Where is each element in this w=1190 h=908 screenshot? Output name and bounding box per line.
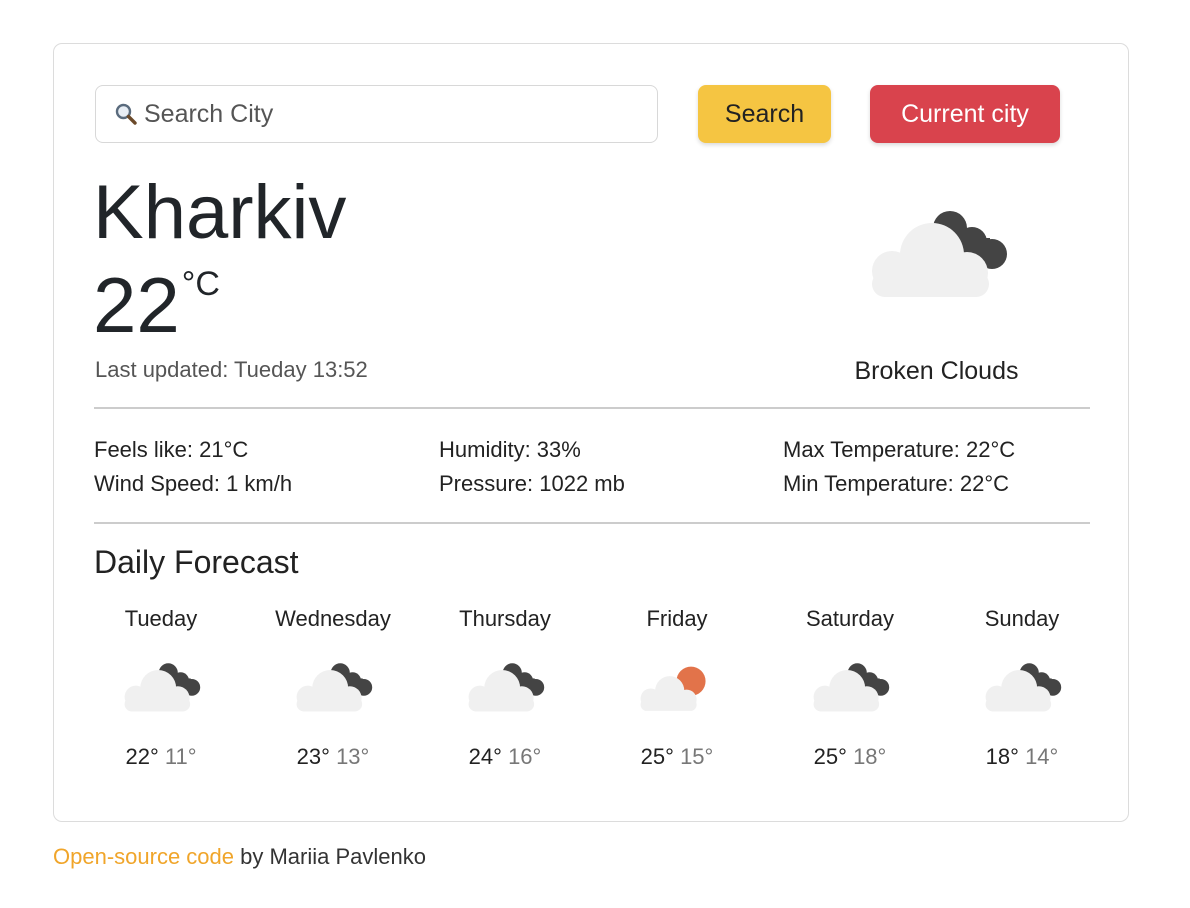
city-name: Kharkiv <box>93 170 347 255</box>
current-temperature: 22°C <box>93 260 220 350</box>
feels-like: Feels like: 21°C <box>94 437 249 462</box>
forecast-min: 11° <box>164 744 197 769</box>
broken-clouds-icon <box>248 656 418 742</box>
forecast-max: 23° <box>296 744 330 769</box>
temperature-value: 22 <box>93 261 180 349</box>
forecast-day: Sunday 18° 14° <box>937 606 1107 770</box>
forecast-max: 25° <box>640 744 674 769</box>
forecast-day: Tueday 22° 11° <box>76 606 246 770</box>
open-source-link[interactable]: Open-source code <box>53 844 234 869</box>
forecast-day-name: Sunday <box>984 606 1060 631</box>
search-input-wrapper[interactable] <box>95 85 658 143</box>
forecast-day-name: Wednesday <box>275 606 391 631</box>
forecast-day-name: Thursday <box>459 606 551 631</box>
search-input[interactable] <box>142 98 646 130</box>
search-icon <box>115 103 137 125</box>
few-clouds-icon <box>592 656 762 742</box>
broken-clouds-icon <box>420 656 590 742</box>
min-temperature: Min Temperature: 22°C <box>783 471 1010 496</box>
broken-clouds-icon <box>937 656 1107 742</box>
forecast-max: 22° <box>125 744 159 769</box>
forecast-title: Daily Forecast <box>94 544 299 580</box>
divider <box>94 407 1090 409</box>
last-updated: Last updated: Tueday 13:52 <box>95 357 368 382</box>
weather-card: Search Current city Kharkiv 22°C Last up… <box>53 43 1129 822</box>
forecast-day: Saturday 25° 18° <box>765 606 935 770</box>
max-temperature: Max Temperature: 22°C <box>783 437 1016 462</box>
broken-clouds-icon <box>862 198 1012 303</box>
forecast-min: 18° <box>853 744 887 769</box>
temperature-unit: °C <box>181 265 220 303</box>
forecast-min: 14° <box>1025 744 1059 769</box>
weather-description: Broken Clouds <box>854 357 1019 385</box>
pressure: Pressure: 1022 mb <box>439 471 625 496</box>
forecast-day-name: Saturday <box>805 606 895 631</box>
forecast-max: 25° <box>813 744 847 769</box>
forecast-day: Friday 25° 15° <box>592 606 762 770</box>
forecast-min: 16° <box>508 744 542 769</box>
footer: Open-source code by Mariia Pavlenko <box>53 844 426 870</box>
current-city-button[interactable]: Current city <box>870 85 1060 143</box>
forecast-day: Wednesday 23° 13° <box>248 606 418 770</box>
humidity: Humidity: 33% <box>439 437 581 462</box>
search-button[interactable]: Search <box>698 85 831 143</box>
forecast-min: 15° <box>680 744 714 769</box>
forecast-day-name: Friday <box>646 606 708 631</box>
divider <box>94 522 1090 524</box>
broken-clouds-icon <box>765 656 935 742</box>
footer-author: by Mariia Pavlenko <box>234 844 426 869</box>
forecast-max: 24° <box>468 744 502 769</box>
forecast-day: Thursday 24° 16° <box>420 606 590 770</box>
wind-speed: Wind Speed: 1 km/h <box>94 471 293 496</box>
broken-clouds-icon <box>76 656 246 742</box>
forecast-day-name: Tueday <box>124 606 198 631</box>
forecast-min: 13° <box>336 744 370 769</box>
forecast-max: 18° <box>985 744 1019 769</box>
